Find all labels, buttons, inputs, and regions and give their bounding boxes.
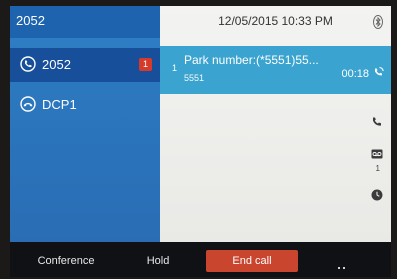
call-connected-icon [375,67,384,76]
phone-active-icon [20,56,36,72]
active-call-session[interactable]: 1 Park number:(*5551)55... 5551 00:18 [160,46,391,94]
softkey-bar: Conference Hold End call [10,242,391,277]
phone-handset-icon [20,96,36,112]
conference-button[interactable]: Conference [22,250,110,272]
line-label: DCP1 [42,97,77,112]
more-dots-icon[interactable] [338,256,348,274]
phone-screen: 2052 2052 1 DCP1 12/05/2015 10:33 PM 1 P… [10,6,391,277]
call-panel: 12/05/2015 10:33 PM 1 Park number:(*5551… [160,6,391,242]
call-title: Park number:(*5551)55... [184,53,319,67]
missed-call-badge: 1 [139,58,152,71]
call-number: 5551 [184,73,205,83]
line-button-2052[interactable]: 2052 1 [10,48,160,82]
voicemail-icon[interactable] [371,149,383,159]
datetime-display: 12/05/2015 10:33 PM [218,14,333,28]
line-label: 2052 [42,57,71,72]
call-index: 1 [172,63,178,73]
voicemail-count: 1 [375,164,380,173]
line-button-dcp1[interactable]: DCP1 [10,88,160,122]
phone-icon[interactable] [371,116,383,128]
bluetooth-icon [373,15,383,29]
call-timer: 00:18 [341,68,369,80]
hold-button[interactable]: Hold [132,250,184,272]
line-panel-header: 2052 [10,6,160,38]
end-call-button[interactable]: End call [206,250,298,272]
clock-icon[interactable] [371,189,383,201]
line-panel: 2052 2052 1 DCP1 [10,6,160,242]
